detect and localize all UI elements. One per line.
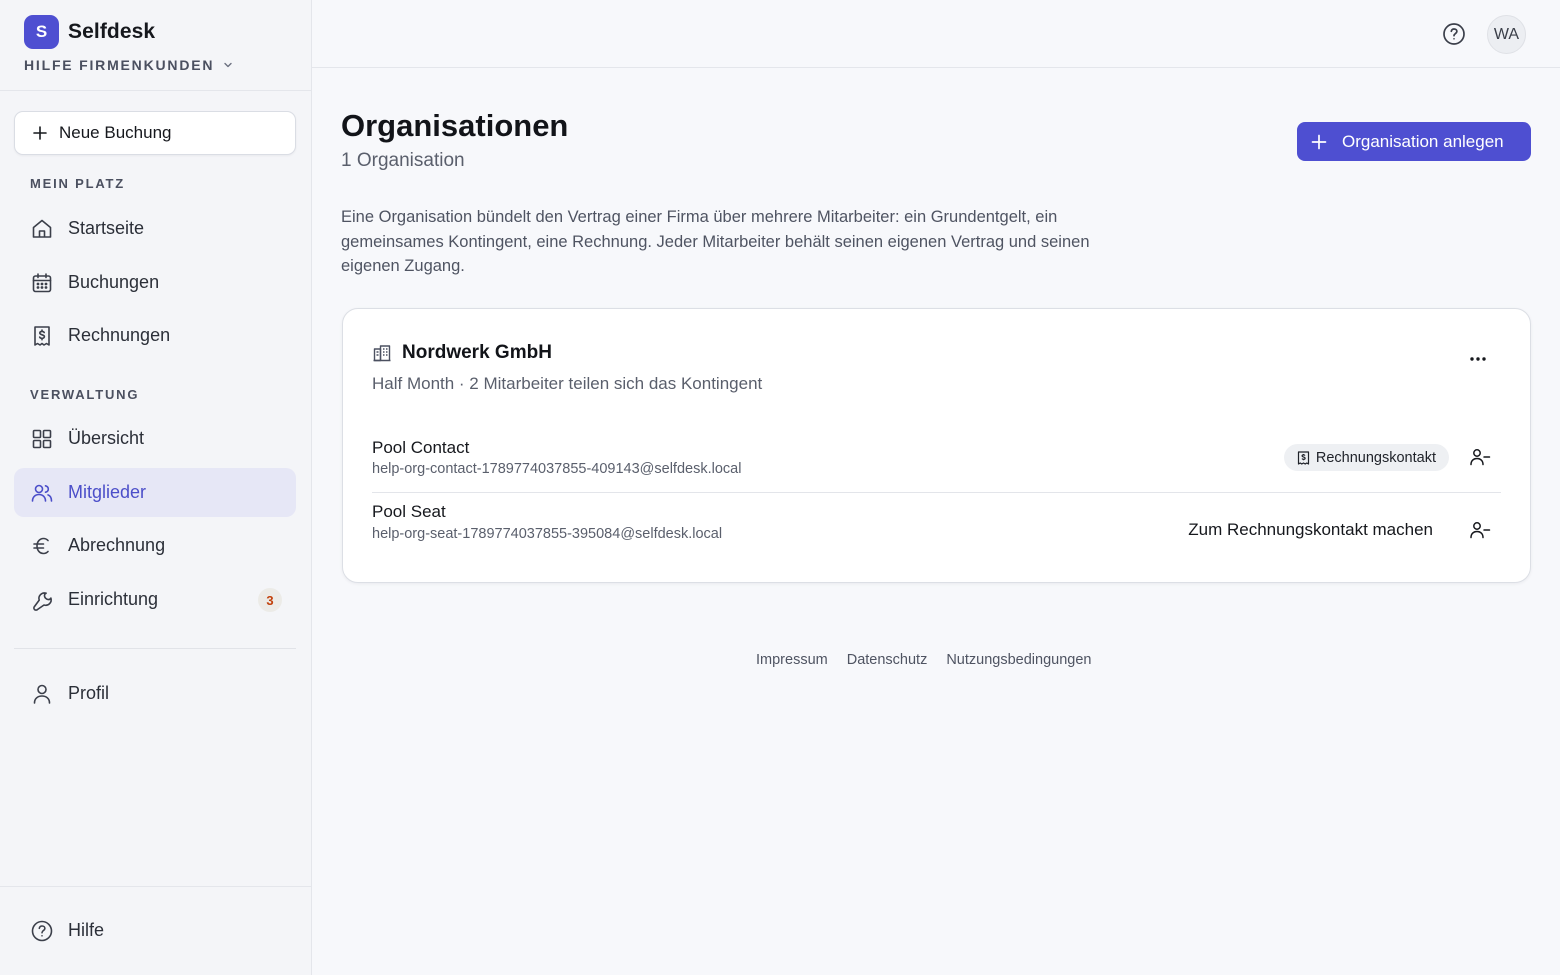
new-booking-label: Neue Buchung <box>59 123 172 142</box>
sidebar-item-label: Mitglieder <box>68 482 147 502</box>
help-circle-icon <box>30 919 54 943</box>
sidebar-item-label: Buchungen <box>68 272 160 292</box>
create-organization-button[interactable]: Organisation anlegen <box>1297 122 1531 161</box>
sidebar-item-hilfe[interactable]: Hilfe <box>14 906 296 955</box>
setup-count-badge: 3 <box>258 588 282 612</box>
euro-icon <box>30 534 54 558</box>
brand[interactable]: S Selfdesk <box>24 15 155 49</box>
divider <box>14 648 296 649</box>
sidebar: S Selfdesk HILFE FIRMENKUNDEN Neue Buchu… <box>0 0 312 975</box>
sidebar-item-profil[interactable]: Profil <box>14 669 296 718</box>
sidebar-item-rechnungen[interactable]: Rechnungen <box>14 311 296 360</box>
brand-name: Selfdesk <box>68 20 156 43</box>
sidebar-item-label: Abrechnung <box>68 535 166 555</box>
organization-card: Nordwerk GmbH Half Month · 2 Mitarbeiter… <box>342 308 1531 583</box>
organization-meta: Half Month · 2 Mitarbeiter teilen sich d… <box>372 374 763 393</box>
remove-member-icon[interactable] <box>1469 446 1491 468</box>
billing-contact-label: Rechnungskontakt <box>1315 449 1436 466</box>
topbar: WA <box>312 0 1560 68</box>
footer-link-datenschutz[interactable]: Datenschutz <box>847 652 928 668</box>
sidebar-item-uebersicht[interactable]: Übersicht <box>14 414 296 463</box>
billing-contact-badge: Rechnungskontakt <box>1283 444 1449 471</box>
user-icon <box>30 682 54 706</box>
section-label-mein-platz: MEIN PLATZ <box>30 176 126 191</box>
users-icon <box>30 481 54 505</box>
member-name: Pool Seat <box>372 502 446 521</box>
wrench-icon <box>30 588 54 612</box>
help-circle-icon[interactable] <box>1442 22 1466 46</box>
workspace-label: HILFE FIRMENKUNDEN <box>24 57 215 73</box>
sidebar-item-buchungen[interactable]: Buchungen <box>14 258 296 307</box>
member-email: help-org-contact-1789774037855-409143@se… <box>372 461 742 477</box>
intro-text: Eine Organisation bündelt den Vertrag ei… <box>341 208 1090 275</box>
sidebar-item-label: Profil <box>68 683 110 703</box>
sidebar-item-label: Startseite <box>68 218 145 238</box>
sidebar-item-label: Hilfe <box>68 920 105 940</box>
workspace-switcher[interactable]: HILFE FIRMENKUNDEN <box>24 57 234 73</box>
create-organization-label: Organisation anlegen <box>1342 131 1504 151</box>
footer-link-nutzungsbedingungen[interactable]: Nutzungsbedingungen <box>946 652 1091 668</box>
sidebar-item-startseite[interactable]: Startseite <box>14 204 296 253</box>
footer-links: Impressum Datenschutz Nutzungsbedingunge… <box>756 652 1091 668</box>
divider <box>0 886 311 887</box>
make-billing-contact-button[interactable]: Zum Rechnungskontakt machen <box>1188 520 1433 540</box>
sidebar-item-label: Übersicht <box>68 428 145 448</box>
invoice-icon <box>1297 450 1309 465</box>
sidebar-item-einrichtung[interactable]: Einrichtung 3 <box>14 575 296 624</box>
remove-member-icon[interactable] <box>1469 519 1491 541</box>
home-icon <box>30 217 54 241</box>
member-name: Pool Contact <box>372 438 470 457</box>
page-title: Organisationen <box>341 108 569 143</box>
divider <box>0 90 311 91</box>
calendar-icon <box>30 271 54 295</box>
sidebar-item-abrechnung[interactable]: Abrechnung <box>14 521 296 570</box>
chevron-down-icon <box>224 62 232 68</box>
more-options-icon[interactable] <box>1466 349 1490 369</box>
organization-name: Nordwerk GmbH <box>402 342 552 363</box>
footer-link-impressum[interactable]: Impressum <box>756 652 828 668</box>
plus-icon <box>33 126 47 140</box>
sidebar-item-mitglieder[interactable]: Mitglieder <box>14 468 296 517</box>
organization-header: Nordwerk GmbH <box>372 342 552 364</box>
grid-icon <box>30 427 54 451</box>
sidebar-item-label: Rechnungen <box>68 325 171 345</box>
sidebar-item-label: Einrichtung <box>68 589 159 609</box>
building-icon <box>373 345 391 362</box>
new-booking-button[interactable]: Neue Buchung <box>14 111 296 155</box>
member-row: Pool Seat help-org-seat-1789774037855-39… <box>372 493 1501 557</box>
brand-logo: S <box>24 15 59 49</box>
section-label-verwaltung: VERWALTUNG <box>30 387 140 402</box>
plus-icon <box>1311 134 1327 149</box>
page-subtitle: 1 Organisation <box>341 150 465 171</box>
member-row: Pool Contact help-org-contact-1789774037… <box>372 429 1501 493</box>
invoice-icon <box>30 324 54 348</box>
avatar[interactable]: WA <box>1487 15 1526 54</box>
member-email: help-org-seat-1789774037855-395084@selfd… <box>372 526 723 542</box>
